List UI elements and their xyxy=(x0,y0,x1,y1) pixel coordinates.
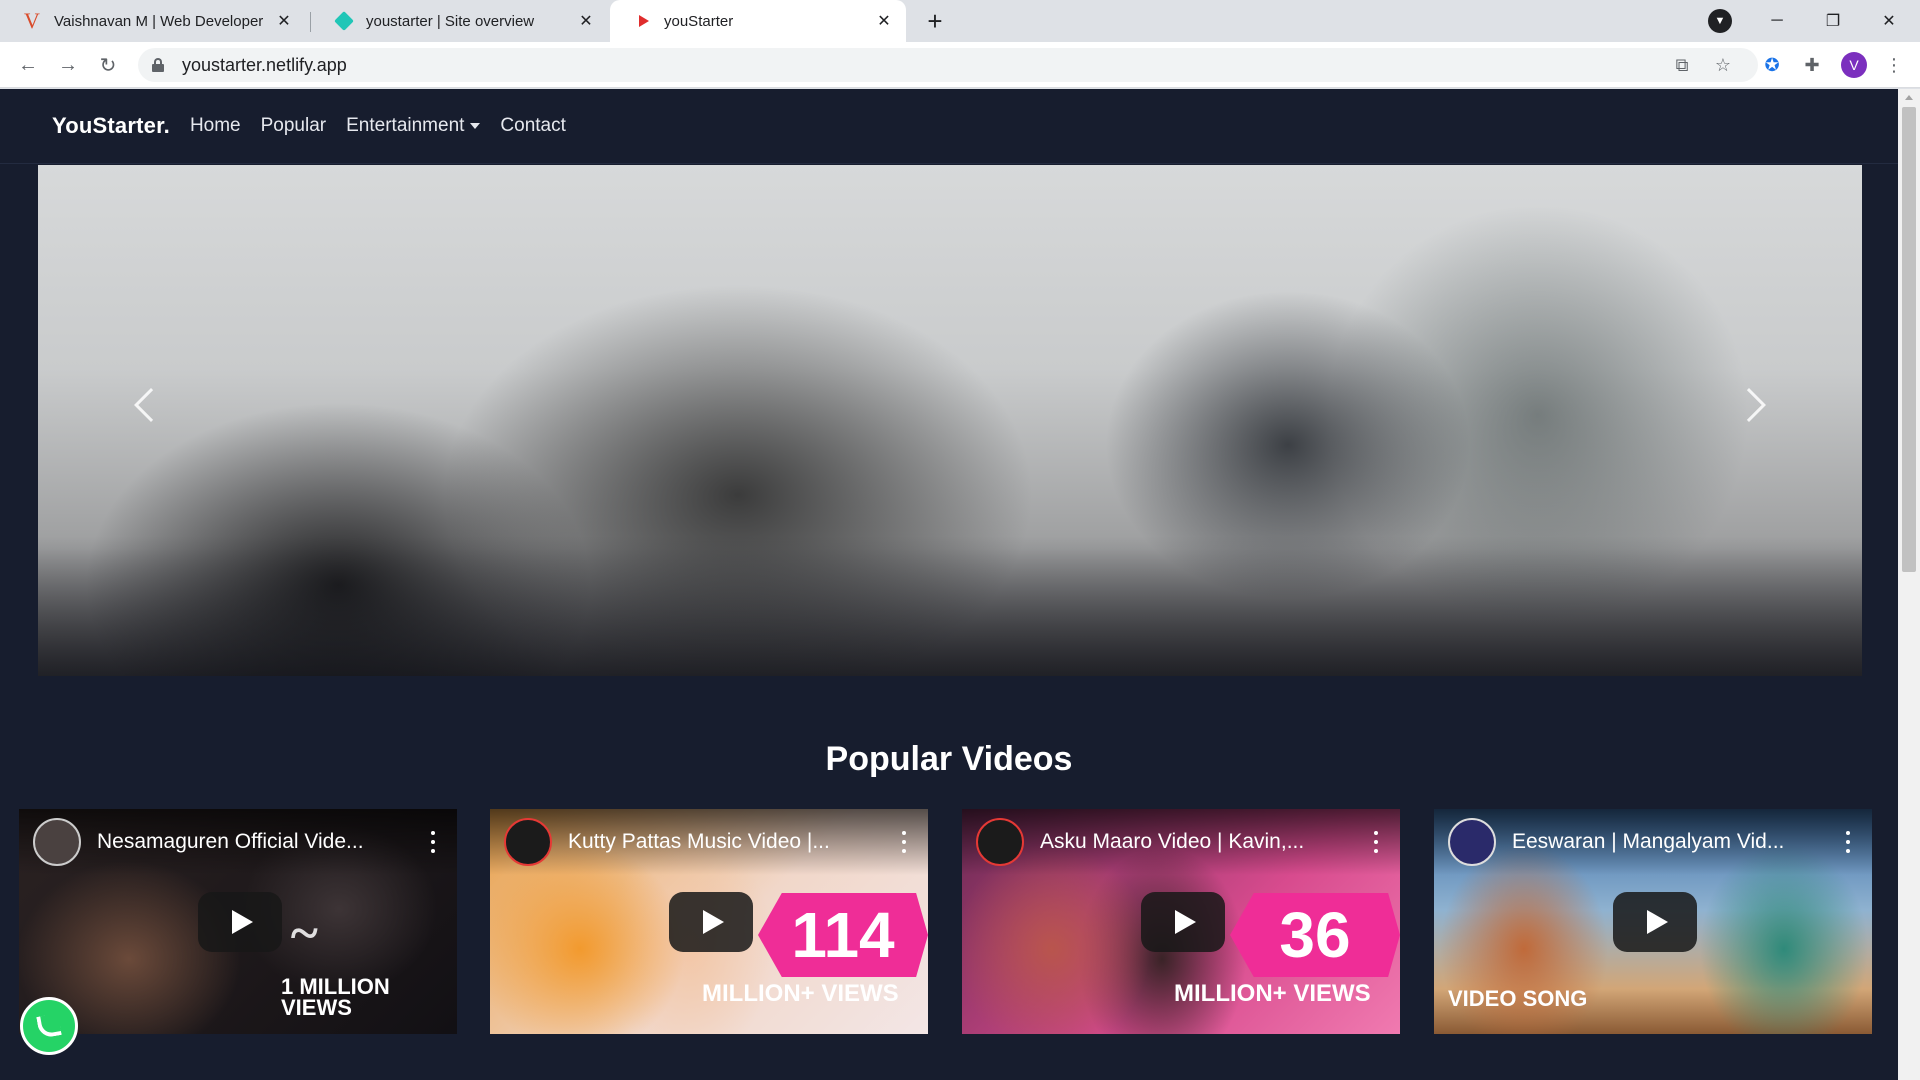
video-card[interactable]: 114 MILLION+ VIEWS Kutty Pattas Music Vi… xyxy=(490,809,928,1034)
video-card[interactable]: ~ 1 MILLION VIEWS Nesamaguren Official V… xyxy=(19,809,457,1034)
more-options-icon[interactable] xyxy=(423,829,443,855)
whatsapp-icon[interactable] xyxy=(20,997,78,1055)
play-icon xyxy=(632,11,652,31)
more-options-icon[interactable] xyxy=(894,829,914,855)
more-options-icon[interactable] xyxy=(1838,829,1858,855)
nav-home[interactable]: Home xyxy=(190,115,241,137)
chevron-down-icon xyxy=(470,123,481,129)
video-title[interactable]: Asku Maaro Video | Kavin,... xyxy=(1040,830,1354,854)
play-icon xyxy=(1646,910,1668,934)
video-overlay-text: 1 MILLION VIEWS xyxy=(281,974,390,1020)
video-title[interactable]: Nesamaguren Official Vide... xyxy=(97,830,411,854)
restore-icon[interactable]: ❐ xyxy=(1810,0,1856,42)
window-close-icon[interactable]: ✕ xyxy=(1866,0,1912,42)
play-icon xyxy=(231,910,253,934)
minimize-icon[interactable]: ─ xyxy=(1754,0,1800,42)
profile-avatar[interactable]: V xyxy=(1841,52,1867,78)
puzzle-icon[interactable]: ✚ xyxy=(1800,53,1824,77)
tab-title: Vaishnavan M | Web Developer xyxy=(54,12,264,30)
site-navbar: YouStarter. Home Popular Entertainment C… xyxy=(0,89,1898,164)
tab-title: youStarter xyxy=(664,12,734,30)
close-icon[interactable]: ✕ xyxy=(874,11,894,31)
nav-contact[interactable]: Contact xyxy=(500,115,565,137)
scroll-up-arrow-icon[interactable] xyxy=(1905,95,1913,100)
reload-button[interactable]: ↻ xyxy=(92,49,124,81)
address-bar[interactable]: youstarter.netlify.app ⧉ ☆ xyxy=(138,48,1758,82)
new-tab-button[interactable]: + xyxy=(919,5,951,37)
channel-avatar[interactable] xyxy=(33,818,81,866)
extension-icon[interactable]: ✪ xyxy=(1760,53,1784,77)
nav-entertainment-label: Entertainment xyxy=(346,115,465,136)
video-topbar: Nesamaguren Official Vide... xyxy=(19,809,457,875)
close-icon[interactable]: ✕ xyxy=(576,11,596,31)
channel-avatar[interactable] xyxy=(504,818,552,866)
browser-toolbar: ← → ↻ youstarter.netlify.app ⧉ ☆ ✪ ✚ V ⋮ xyxy=(0,42,1920,88)
section-title: Popular Videos xyxy=(825,740,1073,778)
lock-icon[interactable] xyxy=(152,58,164,72)
netlify-icon xyxy=(334,11,354,31)
letter-v-icon: V xyxy=(24,8,40,33)
chevron-left-icon xyxy=(134,388,168,422)
tab-search-button[interactable]: ▼ xyxy=(1708,9,1732,33)
video-card[interactable]: VIDEO SONG Eeswaran | Mangalyam Vid... xyxy=(1434,809,1872,1034)
forward-button[interactable]: → xyxy=(52,49,84,81)
open-in-app-icon[interactable]: ⧉ xyxy=(1672,55,1692,75)
video-overlay-text: MILLION+ VIEWS xyxy=(1174,980,1371,1007)
bookmark-star-icon[interactable]: ☆ xyxy=(1713,55,1733,75)
hero-carousel xyxy=(38,165,1862,676)
browser-tabstrip: V Vaishnavan M | Web Developer ✕ youstar… xyxy=(0,0,1920,42)
browser-tab-1[interactable]: V Vaishnavan M | Web Developer ✕ xyxy=(0,0,306,42)
video-topbar: Eeswaran | Mangalyam Vid... xyxy=(1434,809,1872,875)
browser-tab-active[interactable]: youStarter ✕ xyxy=(610,0,906,42)
close-icon[interactable]: ✕ xyxy=(274,11,294,31)
play-icon xyxy=(1174,910,1196,934)
carousel-next-button[interactable] xyxy=(1724,375,1784,435)
tab-divider xyxy=(310,12,311,32)
play-button[interactable] xyxy=(669,892,753,952)
video-overlay-text: VIDEO SONG xyxy=(1448,986,1588,1011)
video-topbar: Kutty Pattas Music Video |... xyxy=(490,809,928,875)
play-icon xyxy=(702,910,724,934)
tab-title: youstarter | Site overview xyxy=(366,12,535,30)
video-topbar: Asku Maaro Video | Kavin,... xyxy=(962,809,1400,875)
channel-avatar[interactable] xyxy=(976,818,1024,866)
video-overlay-number: 36 xyxy=(1230,893,1400,977)
play-button[interactable] xyxy=(1141,892,1225,952)
page-scrollbar[interactable] xyxy=(1898,89,1920,1080)
video-title[interactable]: Kutty Pattas Music Video |... xyxy=(568,830,882,854)
video-card[interactable]: 36 MILLION+ VIEWS Asku Maaro Video | Kav… xyxy=(962,809,1400,1034)
browser-menu-icon[interactable]: ⋮ xyxy=(1882,53,1906,77)
play-button[interactable] xyxy=(198,892,282,952)
channel-avatar[interactable] xyxy=(1448,818,1496,866)
chevron-right-icon xyxy=(1732,388,1766,422)
browser-tab-2[interactable]: youstarter | Site overview ✕ xyxy=(312,0,608,42)
video-overlay-number: 114 xyxy=(758,893,928,977)
play-button[interactable] xyxy=(1613,892,1697,952)
site-brand[interactable]: YouStarter. xyxy=(52,113,170,139)
title-art: ~ xyxy=(289,905,319,962)
more-options-icon[interactable] xyxy=(1366,829,1386,855)
nav-entertainment-dropdown[interactable]: Entertainment xyxy=(346,115,481,137)
page-viewport: YouStarter. Home Popular Entertainment C… xyxy=(0,89,1898,1080)
url-text[interactable]: youstarter.netlify.app xyxy=(182,55,347,76)
video-overlay-text: MILLION+ VIEWS xyxy=(702,980,899,1007)
video-title[interactable]: Eeswaran | Mangalyam Vid... xyxy=(1512,830,1826,854)
carousel-prev-button[interactable] xyxy=(116,375,176,435)
nav-popular[interactable]: Popular xyxy=(261,115,327,137)
scroll-thumb[interactable] xyxy=(1902,107,1916,572)
back-button[interactable]: ← xyxy=(12,49,44,81)
hero-shade xyxy=(38,536,1862,676)
phone-icon xyxy=(36,1013,62,1039)
